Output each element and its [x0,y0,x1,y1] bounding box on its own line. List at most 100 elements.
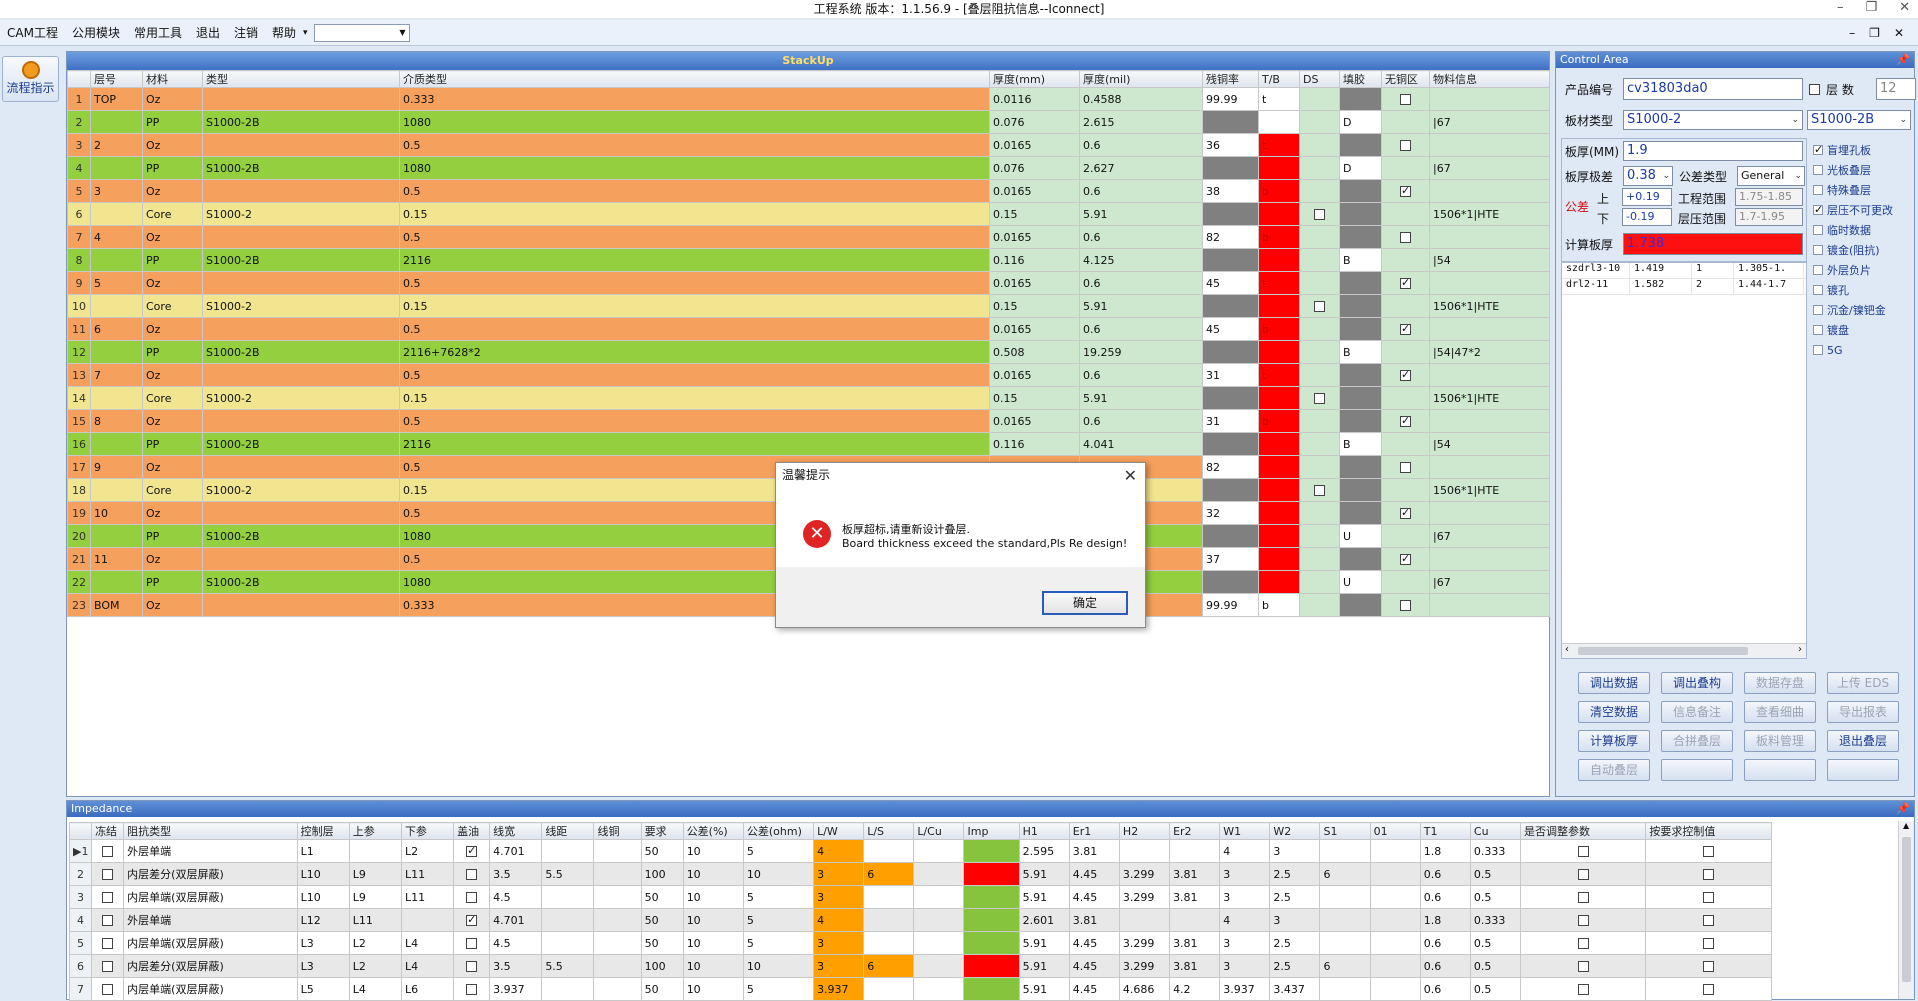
no-copper-checkbox[interactable] [1400,94,1411,105]
option-checkbox[interactable] [1813,285,1823,295]
column-header[interactable]: 公差(%) [682,822,744,840]
ds-checkbox[interactable] [1314,485,1325,496]
menu-help[interactable]: 帮助 [265,20,303,46]
stackup-row[interactable]: 14 Core S1000-2 0.15 0.15 5.91 1506*1|HTE [67,386,1550,410]
column-header[interactable]: 按要求控制值 [1645,822,1772,840]
view-detail-button[interactable]: 查看细曲 [1744,701,1816,723]
product-input[interactable]: cv31803da0 [1623,78,1803,100]
column-header[interactable]: 厚度(mm) [989,70,1080,88]
column-header[interactable]: Er1 [1068,822,1120,840]
freeze-checkbox[interactable] [102,915,114,926]
column-header[interactable]: 要求 [640,822,684,840]
impedance-scrollbar[interactable]: ▲ [1898,821,1914,999]
no-copper-checkbox[interactable] [1400,414,1411,427]
blank-button-2[interactable] [1744,759,1816,781]
info-note-button[interactable]: 信息备注 [1661,701,1733,723]
column-header[interactable]: 厚度(mil) [1079,70,1203,88]
no-copper-checkbox[interactable] [1400,552,1411,565]
stackup-row[interactable]: 5 3 Oz 0.5 0.0165 0.6 38 b [67,179,1550,203]
scroll-thumb[interactable] [1902,837,1911,982]
column-header[interactable]: Cu [1469,822,1522,840]
lower-tol-input[interactable]: -0.19 [1622,208,1672,226]
ds-checkbox[interactable] [1314,209,1325,220]
column-header[interactable]: 冻结 [91,822,125,840]
impedance-row[interactable]: 5 内层单端(双层屏蔽) L3 L2 L4 4.5 50 10 5 3 5.91 4.45 3.299 3… [68,931,1772,955]
stackup-row[interactable]: 13 7 Oz 0.5 0.0165 0.6 31 t [67,363,1550,387]
column-header[interactable]: 介质类型 [399,70,990,88]
control-value-checkbox[interactable] [1703,869,1715,880]
stackup-row[interactable]: 6 Core S1000-2 0.15 0.15 5.91 1506*1|HTE [67,202,1550,226]
option-checkbox[interactable] [1813,143,1823,156]
control-value-checkbox[interactable] [1703,984,1715,995]
column-header[interactable]: W2 [1269,822,1321,840]
column-header[interactable]: 公差(ohm) [742,822,815,840]
oil-checkbox[interactable] [466,892,478,903]
column-header[interactable]: 填胶 [1339,70,1382,88]
freeze-checkbox[interactable] [102,892,114,903]
column-header[interactable] [68,822,93,840]
column-header[interactable]: 盖油 [453,822,491,840]
scroll-thumb[interactable] [1578,647,1748,655]
impedance-row[interactable]: 7 内层单端(双层屏蔽) L5 L4 L6 3.937 50 10 5 3.937 5.91 4.45… [68,977,1772,1001]
option-checkbox-item[interactable]: 镀盘 [1813,320,1913,340]
stackup-row[interactable]: 7 4 Oz 0.5 0.0165 0.6 82 b [67,225,1550,249]
restore-icon[interactable]: ❐ [1865,0,1877,18]
oil-checkbox[interactable] [466,844,478,857]
pin-icon[interactable]: 📌 [1896,52,1910,68]
adjust-param-checkbox[interactable] [1577,846,1589,857]
drill-list-row[interactable]: drl2-11 1.582 2 1.44-1.7 [1562,279,1806,295]
option-checkbox-item[interactable]: 镀孔 [1813,280,1913,300]
thickness-input[interactable]: 1.9 [1623,141,1803,161]
export-report-button[interactable]: 导出报表 [1827,701,1899,723]
freeze-checkbox[interactable] [102,869,114,880]
option-checkbox[interactable] [1813,265,1823,275]
freeze-checkbox[interactable] [102,961,114,972]
freeze-checkbox[interactable] [102,846,114,857]
option-checkbox-item[interactable]: 5G [1813,340,1913,360]
option-checkbox[interactable] [1813,225,1823,235]
adjust-param-checkbox[interactable] [1577,915,1589,926]
stackup-row[interactable]: 10 Core S1000-2 0.15 0.15 5.91 1506*1|HTE [67,294,1550,318]
control-value-checkbox[interactable] [1703,892,1715,903]
adjust-param-checkbox[interactable] [1577,892,1589,903]
column-header[interactable]: 是否调整参数 [1520,822,1647,840]
column-header[interactable]: DS [1299,70,1340,88]
call-stack-button[interactable]: 调出叠构 [1661,672,1733,694]
menu-logout[interactable]: 注销 [227,20,265,46]
adjust-param-checkbox[interactable] [1577,938,1589,949]
control-value-checkbox[interactable] [1703,915,1715,926]
oil-checkbox[interactable] [466,913,478,926]
option-checkbox-item[interactable]: 沉金/镍钯金 [1813,300,1913,320]
upper-tol-input[interactable]: +0.19 [1622,188,1672,206]
stackup-row[interactable]: 3 2 Oz 0.5 0.0165 0.6 36 t [67,133,1550,157]
column-header[interactable]: 物料信息 [1429,70,1550,88]
column-header[interactable]: 材料 [142,70,203,88]
column-header[interactable]: 下参 [400,822,455,840]
scroll-up-icon[interactable]: ▲ [1903,821,1909,830]
adjust-param-checkbox[interactable] [1577,984,1589,995]
column-header[interactable]: W1 [1219,822,1271,840]
material-mgmt-button[interactable]: 板料管理 [1744,730,1816,752]
column-header[interactable]: 线距 [541,822,595,840]
upload-eds-button[interactable]: 上传 EDS [1827,672,1899,694]
option-checkbox-item[interactable]: 盲埋孔板 [1813,140,1913,160]
oil-checkbox[interactable] [466,961,478,972]
scroll-left-icon[interactable]: ‹ [1565,644,1569,655]
option-checkbox-item[interactable]: 外层负片 [1813,260,1913,280]
stackup-row[interactable]: 1 TOP Oz 0.333 0.0116 0.4588 99.99 t [67,87,1550,111]
mdi-close-icon[interactable]: ✕ [1894,26,1904,40]
minimize-icon[interactable]: – [1837,0,1844,18]
drill-list-scrollbar[interactable]: ‹ › [1562,643,1806,658]
mdi-restore-icon[interactable]: ❐ [1869,26,1880,40]
stackup-row[interactable]: 11 6 Oz 0.5 0.0165 0.6 45 b [67,317,1550,341]
column-header[interactable]: 阻抗类型 [123,822,298,840]
option-checkbox-item[interactable]: 层压不可更改 [1813,200,1913,220]
option-checkbox-item[interactable]: 特殊叠层 [1813,180,1913,200]
column-header[interactable]: 01 [1369,822,1421,840]
option-checkbox[interactable] [1813,325,1823,335]
blank-button-3[interactable] [1827,759,1899,781]
save-data-button[interactable]: 数据存盘 [1744,672,1816,694]
freeze-checkbox[interactable] [102,938,114,949]
column-header[interactable]: 残铜率 [1202,70,1259,88]
no-copper-checkbox[interactable] [1400,232,1411,243]
